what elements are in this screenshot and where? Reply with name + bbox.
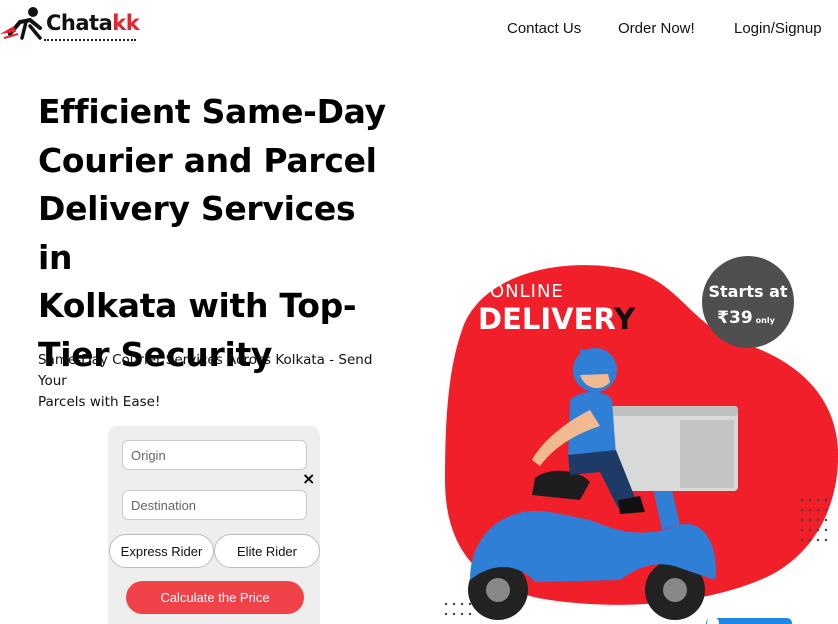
- hero-subtitle-line: Same-Day Courier Services Across Kolkata…: [38, 352, 373, 389]
- elite-rider-button[interactable]: Elite Rider: [214, 534, 320, 568]
- price-badge: [702, 256, 794, 348]
- delivery-illustration: ONLINE DELIVERY Starts at ₹39 only: [444, 256, 838, 624]
- calculate-price-button[interactable]: Calculate the Price: [126, 581, 304, 614]
- nav-contact-us[interactable]: Contact Us: [507, 20, 581, 37]
- hero-title-line: Courier and Parcel: [38, 140, 377, 180]
- hero-title-line: Efficient Same-Day: [38, 92, 386, 131]
- badge-price-suffix: only: [756, 316, 776, 325]
- promo-online-text: ONLINE: [490, 281, 564, 302]
- hero-subtitle: Same-Day Courier Services Across Kolkata…: [38, 350, 398, 413]
- promo-delivery-text: DELIVERY: [478, 302, 636, 336]
- logo[interactable]: Chatakk: [0, 4, 150, 44]
- hero-title-line: Delivery Services in: [38, 189, 356, 277]
- hero-subtitle-line: Parcels with Ease!: [38, 394, 161, 410]
- nav-order-now[interactable]: Order Now!: [618, 20, 695, 37]
- badge-price-value: ₹39: [717, 308, 753, 328]
- express-rider-button[interactable]: Express Rider: [109, 534, 214, 568]
- clear-destination-icon[interactable]: ×: [302, 470, 315, 488]
- promo-delivery-end: Y: [613, 302, 636, 336]
- dot-pattern-left: [444, 602, 472, 616]
- origin-input[interactable]: [122, 440, 307, 470]
- nav-login-signup[interactable]: Login/Signup: [734, 20, 822, 37]
- hero-title: Efficient Same-Day Courier and Parcel De…: [38, 88, 388, 379]
- promo-delivery-main: DELIVER: [478, 302, 615, 336]
- logo-underline: [44, 39, 136, 41]
- logo-runner-icon: [0, 7, 42, 40]
- logo-text-accent: kk: [112, 11, 140, 35]
- logo-wordmark: Chatakk: [46, 11, 140, 35]
- badge-starts-text: Starts at: [708, 282, 787, 301]
- logo-text-main: Chata: [46, 11, 113, 35]
- hero-title-line: Kolkata with Top-: [38, 286, 357, 325]
- destination-input[interactable]: [122, 490, 307, 520]
